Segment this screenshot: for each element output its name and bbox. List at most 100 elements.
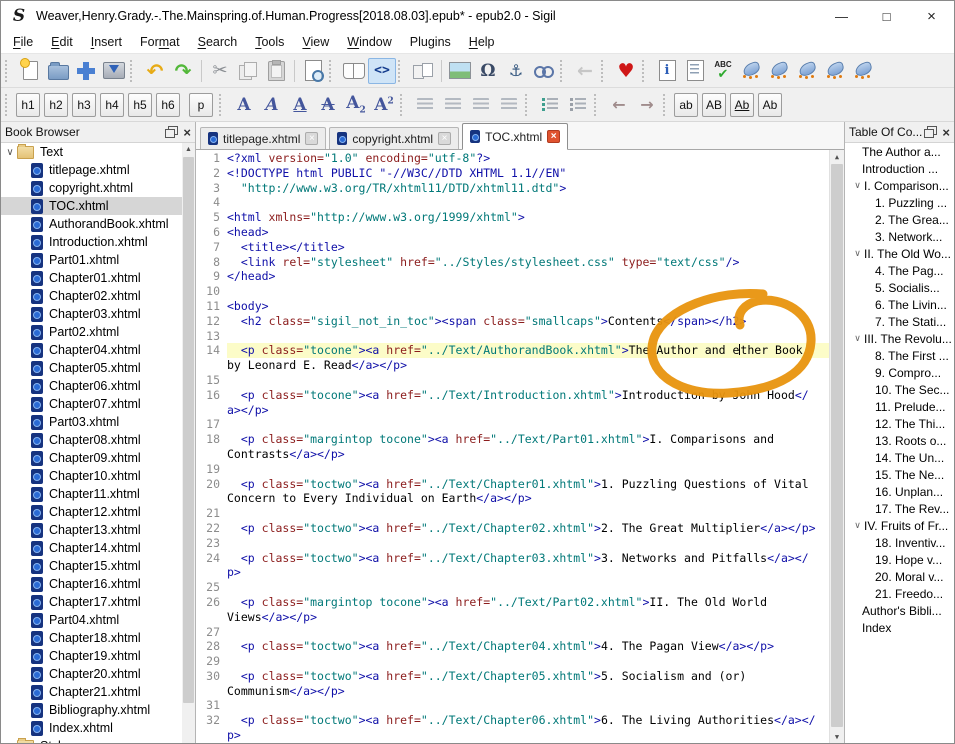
toc-item[interactable]: 3. Network... <box>845 228 954 245</box>
bold-icon[interactable]: A <box>230 92 258 118</box>
menu-view[interactable]: View <box>293 33 338 51</box>
scrollbar-thumb[interactable] <box>183 157 194 703</box>
toolbar-grip[interactable] <box>642 60 649 82</box>
code-line[interactable]: <p class="tocone"><a href="../Text/Intro… <box>227 388 830 403</box>
toolbar-grip[interactable] <box>400 94 407 116</box>
toc-item[interactable]: 5. Socialis... <box>845 279 954 296</box>
save-icon[interactable] <box>100 58 128 84</box>
file-item[interactable]: Part03.xhtml <box>1 413 195 431</box>
file-item[interactable]: Chapter10.xhtml <box>1 467 195 485</box>
maximize-button[interactable]: □ <box>864 1 909 31</box>
tab-close-icon[interactable]: × <box>305 132 318 145</box>
toc-item[interactable]: 4. The Pag... <box>845 262 954 279</box>
mend-icon-3[interactable] <box>793 58 821 84</box>
code-line[interactable] <box>227 417 830 432</box>
code-line[interactable]: <p class="toctwo"><a href="../Text/Chapt… <box>227 521 830 536</box>
file-item[interactable]: titlepage.xhtml <box>1 161 195 179</box>
toolbar-grip[interactable] <box>219 94 226 116</box>
file-item[interactable]: Chapter03.xhtml <box>1 305 195 323</box>
code-line[interactable]: <head> <box>227 225 830 240</box>
heading-button-h5[interactable]: h5 <box>128 93 152 117</box>
toolbar-grip[interactable] <box>594 94 601 116</box>
file-item[interactable]: Chapter17.xhtml <box>1 593 195 611</box>
file-item[interactable]: Chapter19.xhtml <box>1 647 195 665</box>
numbered-list-icon[interactable] <box>564 92 592 118</box>
scroll-down-icon[interactable]: ▼ <box>830 730 844 743</box>
code-line[interactable] <box>227 329 830 344</box>
file-item[interactable]: Chapter20.xhtml <box>1 665 195 683</box>
code-line[interactable] <box>227 654 830 669</box>
spellcheck-icon[interactable]: ABC✔ <box>709 58 737 84</box>
file-item[interactable]: Chapter02.xhtml <box>1 287 195 305</box>
file-item[interactable]: Chapter08.xhtml <box>1 431 195 449</box>
toc-item[interactable]: 20. Moral v... <box>845 568 954 585</box>
toc-item[interactable]: 15. The Ne... <box>845 466 954 483</box>
file-item[interactable]: AuthorandBook.xhtml <box>1 215 195 233</box>
heading-button-h1[interactable]: h1 <box>16 93 40 117</box>
file-item[interactable]: Chapter18.xhtml <box>1 629 195 647</box>
file-item[interactable]: Chapter06.xhtml <box>1 377 195 395</box>
chevron-down-icon[interactable]: ∨ <box>851 333 864 344</box>
code-line[interactable] <box>227 536 830 551</box>
code-line[interactable]: <p class="margintop tocone"><a href="../… <box>227 595 830 610</box>
code-line[interactable]: <p class="toctwo"><a href="../Text/Chapt… <box>227 477 830 492</box>
new-file-icon[interactable] <box>16 58 44 84</box>
copy-icon[interactable] <box>234 58 262 84</box>
metadata-icon[interactable]: i <box>653 58 681 84</box>
file-item[interactable]: Index.xhtml <box>1 719 195 737</box>
mend-icon-1[interactable] <box>737 58 765 84</box>
toolbar-grip[interactable] <box>5 94 12 116</box>
code-line[interactable] <box>227 284 830 299</box>
toolbar-grip[interactable] <box>398 60 405 82</box>
redo-icon[interactable]: ↷ <box>169 58 197 84</box>
code-line[interactable] <box>227 625 830 640</box>
toc-item[interactable]: 8. The First ... <box>845 347 954 364</box>
open-folder-icon[interactable] <box>44 58 72 84</box>
indent-icon[interactable]: → <box>633 92 661 118</box>
code-line[interactable]: <p class="toctwo"><a href="../Text/Chapt… <box>227 639 830 654</box>
paste-icon[interactable] <box>262 58 290 84</box>
file-item[interactable]: Chapter14.xhtml <box>1 539 195 557</box>
code-line[interactable]: <p class="toctwo"><a href="../Text/Chapt… <box>227 669 830 684</box>
scroll-up-icon[interactable]: ▲ <box>830 150 844 163</box>
editor-scrollbar[interactable]: ▲ ▼ <box>829 150 844 743</box>
code-line[interactable]: </head> <box>227 269 830 284</box>
code-line[interactable]: <h2 class="sigil_not_in_toc"><span class… <box>227 314 830 329</box>
toolbar-grip[interactable] <box>560 60 567 82</box>
code-line[interactable] <box>227 373 830 388</box>
tab-copyright-xhtml[interactable]: copyright.xhtml× <box>329 127 459 149</box>
outdent-icon[interactable]: ← <box>605 92 633 118</box>
toolbar-grip[interactable] <box>5 60 12 82</box>
toolbar-grip[interactable] <box>130 60 137 82</box>
minimize-button[interactable]: — <box>819 1 864 31</box>
folder-item-styles[interactable]: ›Styles <box>1 737 195 743</box>
file-item[interactable]: Bibliography.xhtml <box>1 701 195 719</box>
file-item[interactable]: Chapter11.xhtml <box>1 485 195 503</box>
toc-item[interactable]: 18. Inventiv... <box>845 534 954 551</box>
toc-item[interactable]: ∨I. Comparison... <box>845 177 954 194</box>
tab-close-icon[interactable]: × <box>438 132 451 145</box>
code-line[interactable]: <?xml version="1.0" encoding="utf-8"?> <box>227 151 830 166</box>
code-line[interactable]: <p class="toctwo"><a href="../Text/Chapt… <box>227 551 830 566</box>
code-line[interactable]: <!DOCTYPE html PUBLIC "-//W3C//DTD XHTML… <box>227 166 830 181</box>
code-line[interactable]: <link rel="stylesheet" href="../Styles/s… <box>227 255 830 270</box>
code-line[interactable] <box>227 462 830 477</box>
file-item[interactable]: Introduction.xhtml <box>1 233 195 251</box>
chevron-down-icon[interactable]: ∨ <box>851 520 864 531</box>
menu-insert[interactable]: Insert <box>82 33 131 51</box>
chevron-down-icon[interactable]: ∨ <box>851 248 864 259</box>
underline-icon[interactable]: A <box>286 92 314 118</box>
toolbar-grip[interactable] <box>329 60 336 82</box>
cut-icon[interactable]: ✂ <box>206 58 234 84</box>
align-center-icon[interactable] <box>439 92 467 118</box>
toc-item[interactable]: ∨IV. Fruits of Fr... <box>845 517 954 534</box>
toc-item[interactable]: 21. Freedo... <box>845 585 954 602</box>
file-item[interactable]: copyright.xhtml <box>1 179 195 197</box>
file-item[interactable]: Part02.xhtml <box>1 323 195 341</box>
toc-item[interactable]: 14. The Un... <box>845 449 954 466</box>
heading-button-h3[interactable]: h3 <box>72 93 96 117</box>
toc-item[interactable]: ∨II. The Old Wo... <box>845 245 954 262</box>
close-panel-icon[interactable]: × <box>942 126 950 139</box>
toc-item[interactable]: 19. Hope v... <box>845 551 954 568</box>
code-line[interactable]: <p class="margintop tocone"><a href="../… <box>227 432 830 447</box>
